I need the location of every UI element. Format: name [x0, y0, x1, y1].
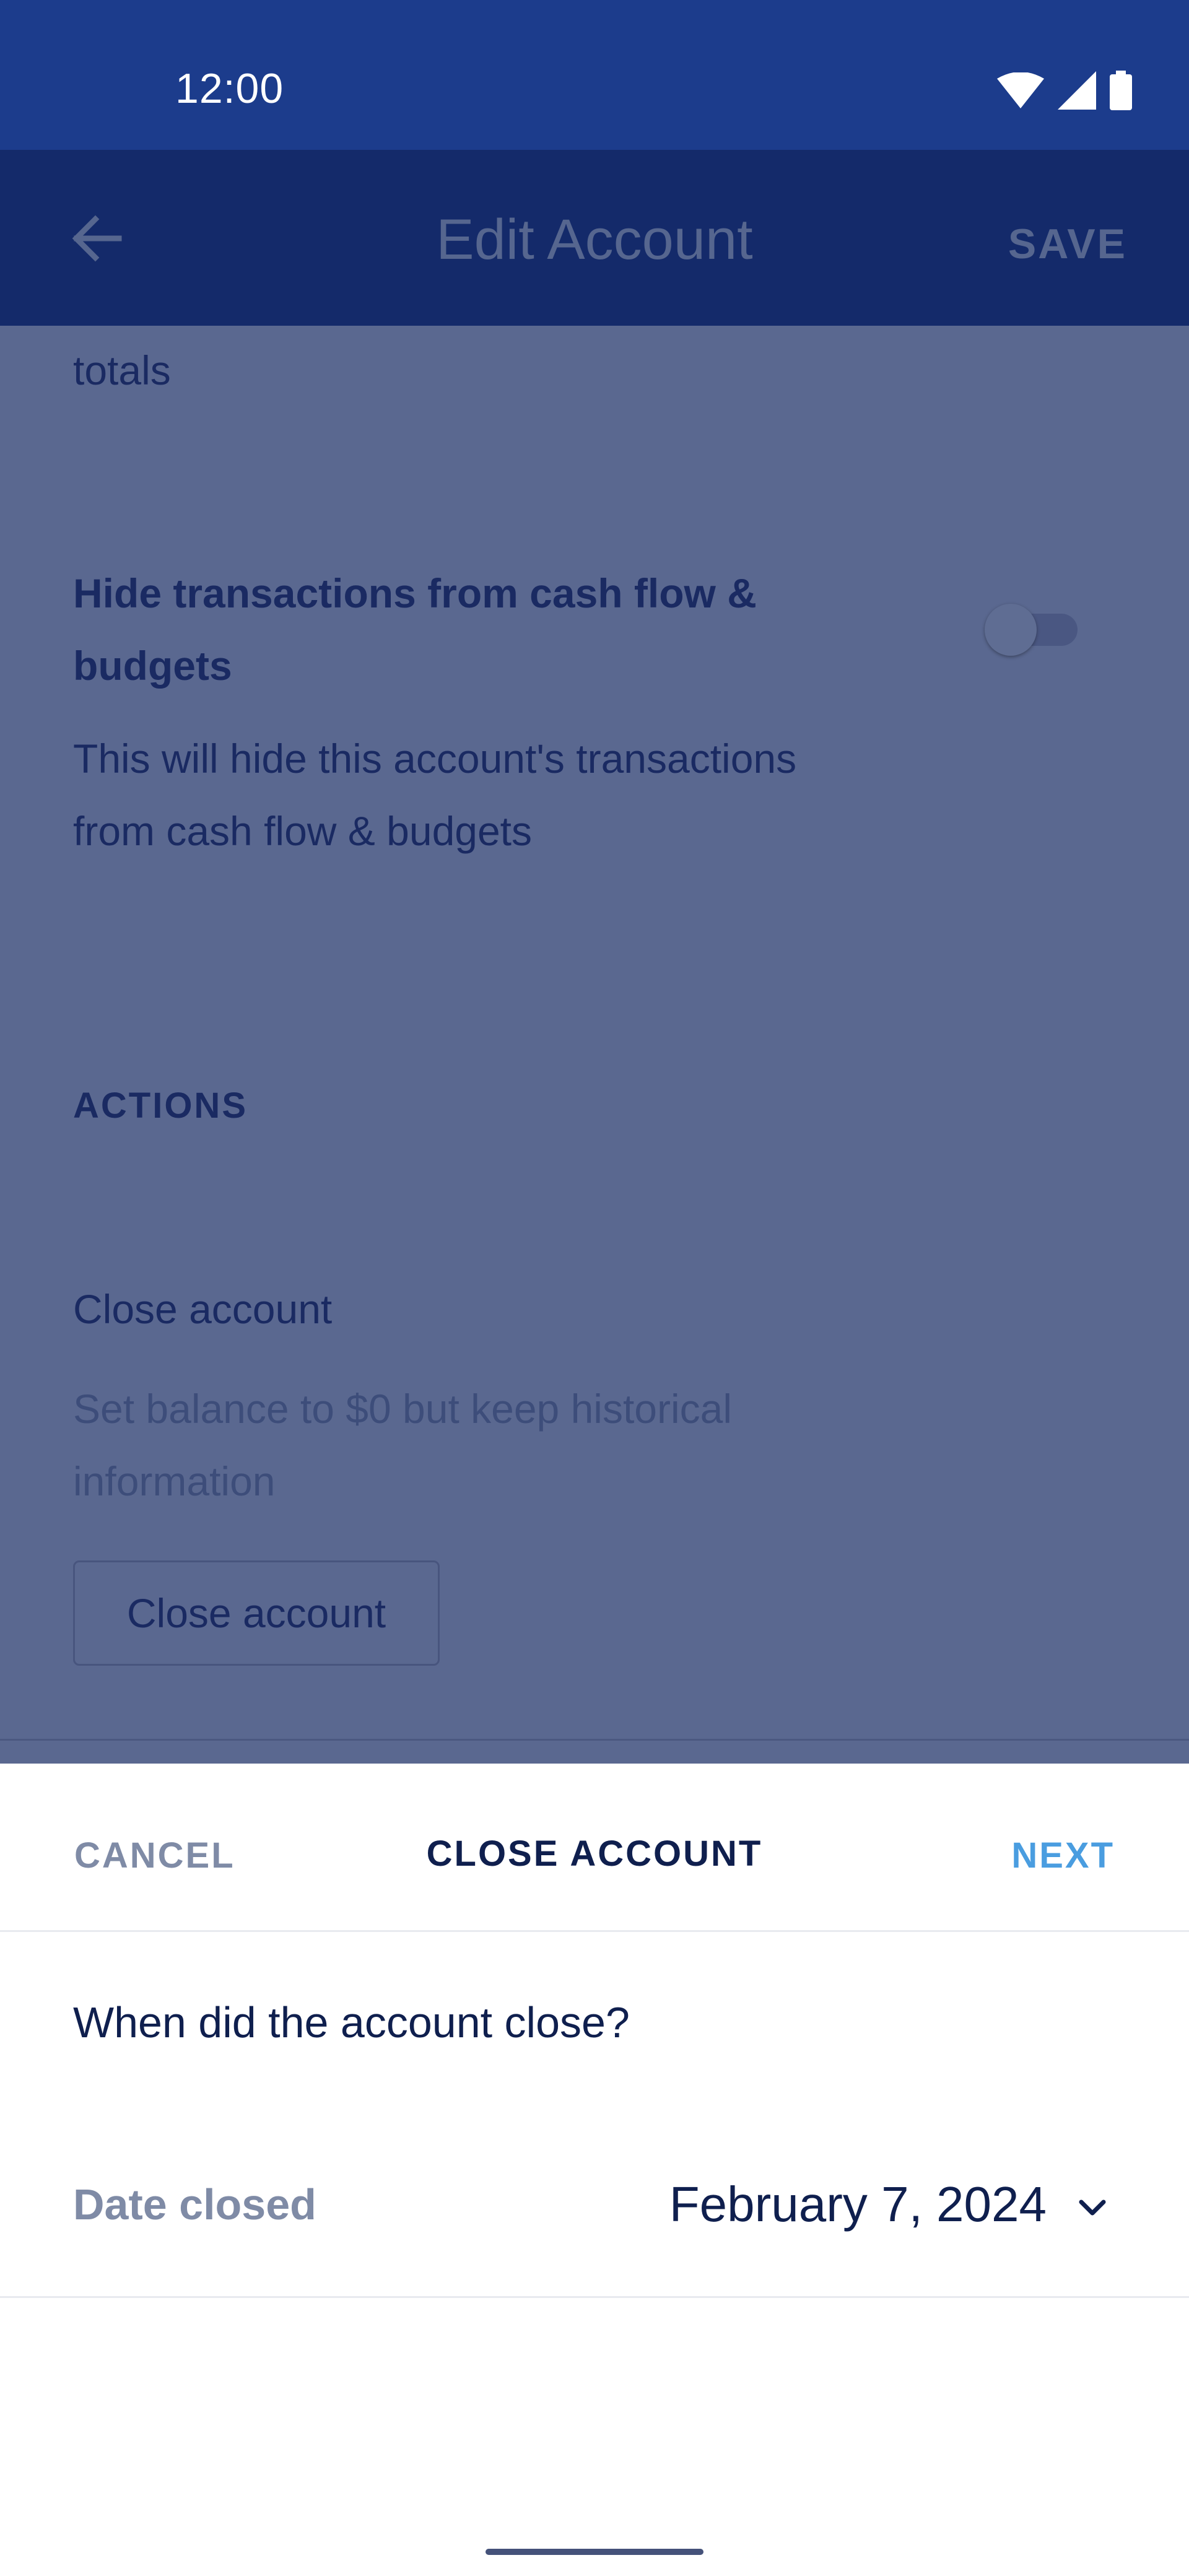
- close-account-button[interactable]: Close account: [73, 1560, 440, 1666]
- wifi-icon: [997, 72, 1044, 108]
- close-account-description: Set balance to $0 but keep historical in…: [73, 1386, 733, 1504]
- sheet-title: CLOSE ACCOUNT: [426, 1834, 763, 1874]
- totals-text: totals: [73, 347, 171, 393]
- content-overlay: [0, 326, 1189, 1764]
- next-button[interactable]: NEXT: [1011, 1835, 1115, 1876]
- date-closed-picker[interactable]: February 7, 2024: [669, 2176, 1047, 2233]
- sheet-divider: [0, 1930, 1189, 1932]
- close-question: When did the account close?: [73, 1998, 630, 2047]
- battery-icon: [1110, 71, 1132, 110]
- hide-transactions-description: This will hide this account's transactio…: [73, 736, 797, 854]
- status-icons: [997, 71, 1132, 110]
- hide-transactions-toggle[interactable]: [985, 604, 1084, 656]
- cellular-signal-icon: [1058, 71, 1096, 110]
- divider: [0, 1739, 1189, 1741]
- sheet-divider: [0, 2296, 1189, 2298]
- close-account-sheet: [0, 1764, 1189, 2576]
- actions-section-header: ACTIONS: [73, 1086, 248, 1126]
- toggle-thumb: [985, 604, 1037, 656]
- date-closed-label: Date closed: [73, 2180, 316, 2229]
- home-indicator[interactable]: [486, 2549, 703, 2555]
- status-time: 12:00: [175, 65, 284, 112]
- save-button[interactable]: SAVE: [1008, 220, 1127, 268]
- close-account-title: Close account: [73, 1286, 333, 1332]
- chevron-down-icon[interactable]: [1075, 2192, 1110, 2222]
- hide-transactions-title: Hide transactions from cash flow & budge…: [73, 570, 757, 689]
